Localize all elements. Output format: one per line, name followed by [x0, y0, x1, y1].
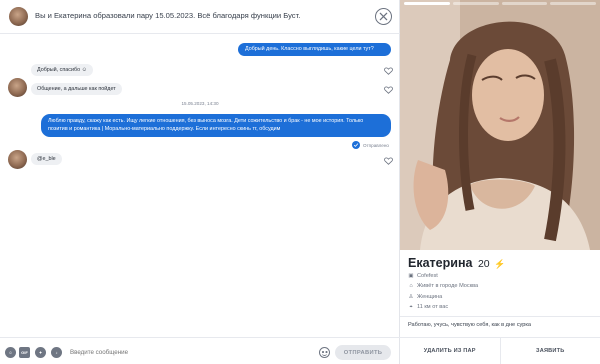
app-window: Вы и Екатерина образовали пару 15.05.202…	[0, 0, 600, 364]
sent-status-label: Отправлено	[363, 142, 389, 148]
gender-label: Женщина	[417, 294, 443, 300]
divider	[400, 316, 600, 317]
profile-name-row: Екатерина 20 ⚡	[408, 256, 505, 270]
like-heart-icon[interactable]	[384, 157, 393, 165]
photo-pagination	[404, 2, 596, 5]
outgoing-message[interactable]: Люблю правду, скажу как есть. Ищу легкие…	[41, 114, 391, 137]
close-chat-button[interactable]	[375, 8, 392, 25]
music-icon[interactable]: ♪	[51, 347, 62, 358]
close-icon	[379, 12, 388, 21]
report-button[interactable]: ЗАЯВИТЬ	[501, 338, 600, 364]
profile-gender: ♙ Женщина	[408, 294, 443, 300]
outgoing-message[interactable]: Добрый день. Классно выглядишь, какие це…	[238, 43, 391, 56]
sent-check-icon	[352, 141, 360, 149]
photo-tab[interactable]	[501, 2, 548, 5]
profile-pane: Екатерина 20 ⚡ ▣ Cofefest ⌂ Живёт в горо…	[400, 0, 600, 364]
match-avatar[interactable]	[9, 7, 28, 26]
unmatch-button[interactable]: УДАЛИТЬ ИЗ ПАР	[400, 338, 501, 364]
location-pin-icon: ⌖	[409, 304, 413, 310]
sticker-icon[interactable]: ☺	[5, 347, 16, 358]
match-info-title: Вы и Екатерина образовали пару 15.05.202…	[35, 11, 301, 20]
boost-icon: ⚡	[494, 259, 506, 269]
profile-actions: УДАЛИТЬ ИЗ ПАР ЗАЯВИТЬ	[400, 337, 600, 364]
profile-workplace: ▣ Cofefest	[408, 273, 438, 279]
city-label: Живёт в городе Москва	[417, 283, 479, 289]
incoming-message[interactable]: @e_ble	[31, 153, 62, 165]
like-heart-icon[interactable]	[384, 67, 393, 75]
distance-label: 11 км от вас	[417, 304, 449, 310]
chat-pane: Вы и Екатерина образовали пару 15.05.202…	[0, 0, 400, 364]
profile-city: ⌂ Живёт в городе Москва	[408, 283, 478, 289]
profile-photo[interactable]	[400, 0, 600, 250]
message-timestamp: 15.05.2023, 14:30	[181, 101, 219, 106]
sticker-icon[interactable]: ✦	[35, 347, 46, 358]
sender-avatar[interactable]	[8, 78, 27, 97]
profile-distance: ⌖ 11 км от вас	[408, 304, 448, 310]
profile-name: Екатерина	[408, 256, 473, 270]
message-composer: ☺ GIF ✦ ♪ ОТПРАВИТЬ	[0, 337, 400, 364]
photo-tab[interactable]	[550, 2, 596, 5]
photo-tab[interactable]	[404, 2, 450, 5]
profile-bio: Работаю, учусь, чувствую себя, как в дне…	[408, 322, 532, 328]
like-heart-icon[interactable]	[384, 86, 393, 94]
briefcase-icon: ▣	[408, 273, 414, 279]
workplace-label: Cofefest	[417, 273, 438, 279]
sent-status: Отправлено	[352, 141, 389, 149]
chat-header: Вы и Екатерина образовали пару 15.05.202…	[0, 0, 400, 34]
profile-age: 20	[477, 258, 490, 270]
person-icon: ♙	[408, 294, 414, 300]
incoming-message[interactable]: Общение, а дальше как пойдет	[31, 83, 122, 95]
home-icon: ⌂	[409, 283, 413, 289]
message-input[interactable]	[70, 346, 310, 358]
incoming-message[interactable]: Добрый, спасибо ☺	[31, 64, 94, 76]
emoji-icon[interactable]	[319, 347, 330, 358]
sender-avatar[interactable]	[8, 150, 27, 169]
photo-tab[interactable]	[452, 2, 499, 5]
gif-button[interactable]: GIF	[19, 347, 30, 358]
send-button[interactable]: ОТПРАВИТЬ	[335, 345, 391, 360]
